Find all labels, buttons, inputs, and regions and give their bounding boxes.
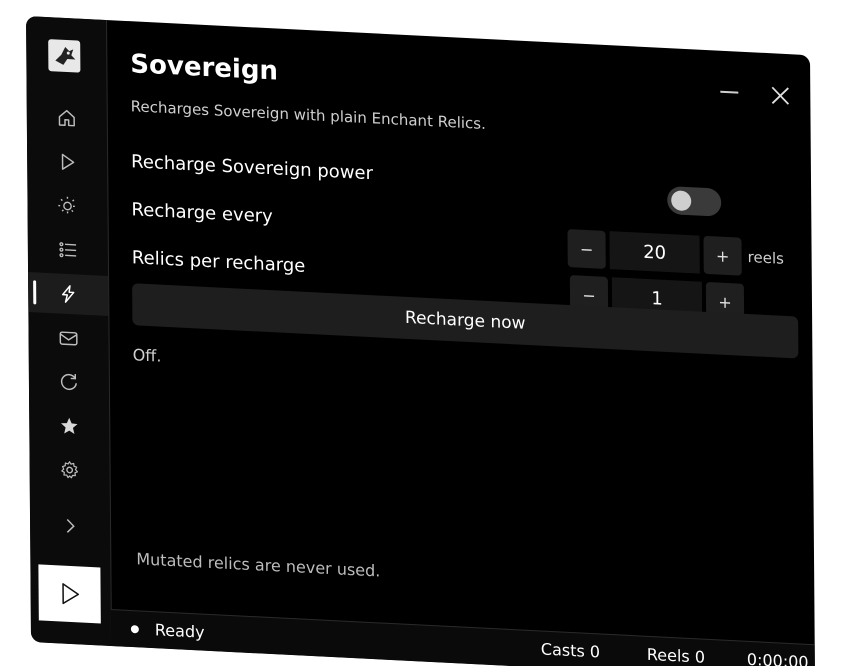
recharge-every-value[interactable]: 20 [609, 231, 700, 274]
gear-icon [61, 461, 79, 479]
home-icon [58, 109, 75, 127]
recharge-every-unit: reels [747, 248, 784, 268]
sidebar-item-lightning[interactable] [28, 272, 109, 316]
sun-icon [58, 196, 77, 216]
status-state: Ready [154, 620, 205, 642]
sidebar [26, 16, 113, 647]
main-content: Sovereign Recharges Sovereign with plain… [106, 20, 815, 645]
recharge-power-toggle[interactable] [667, 186, 722, 217]
recharge-every-increment-button[interactable]: + [703, 235, 742, 276]
sidebar-item-star[interactable] [29, 404, 109, 448]
footnote: Mutated relics are never used. [136, 549, 381, 581]
star-icon [60, 417, 78, 435]
elapsed-time: 0:00:00 [746, 649, 809, 666]
sidebar-item-home[interactable] [27, 96, 107, 140]
play-icon [61, 153, 75, 170]
sidebar-item-list[interactable] [28, 228, 108, 272]
mail-icon [59, 331, 78, 346]
refresh-icon [60, 373, 77, 391]
reels-count: Reels 0 [646, 644, 706, 666]
recharge-power-label: Recharge Sovereign power [131, 151, 374, 185]
run-button[interactable] [38, 564, 101, 624]
toggle-knob [671, 190, 692, 212]
list-icon [59, 242, 77, 258]
page-subtitle: Recharges Sovereign with plain Enchant R… [130, 97, 486, 133]
sidebar-item-sun[interactable] [27, 184, 107, 228]
fish-logo-icon [55, 46, 76, 65]
status-dot-icon [130, 625, 139, 634]
status-message: Off. [132, 345, 162, 366]
play-icon [62, 583, 80, 605]
recharge-every-stepper: − 20 + [567, 229, 747, 276]
relics-per-recharge-label: Relics per recharge [131, 247, 306, 277]
sidebar-item-play[interactable] [27, 140, 107, 184]
lightning-icon [61, 285, 75, 303]
casts-count: Casts 0 [540, 639, 601, 662]
sidebar-item-mail[interactable] [28, 316, 108, 360]
close-icon[interactable] [768, 83, 792, 108]
minimize-button[interactable] [720, 90, 739, 94]
recharge-every-decrement-button[interactable]: − [567, 229, 606, 269]
sidebar-item-settings[interactable] [29, 448, 109, 492]
app-window: Sovereign Recharges Sovereign with plain… [26, 16, 816, 666]
sidebar-expand[interactable] [30, 504, 110, 548]
page-title: Sovereign [130, 49, 279, 87]
recharge-every-label: Recharge every [131, 199, 273, 228]
app-logo [48, 39, 81, 73]
chevron-right-icon [66, 518, 75, 533]
sidebar-item-refresh[interactable] [29, 360, 109, 404]
